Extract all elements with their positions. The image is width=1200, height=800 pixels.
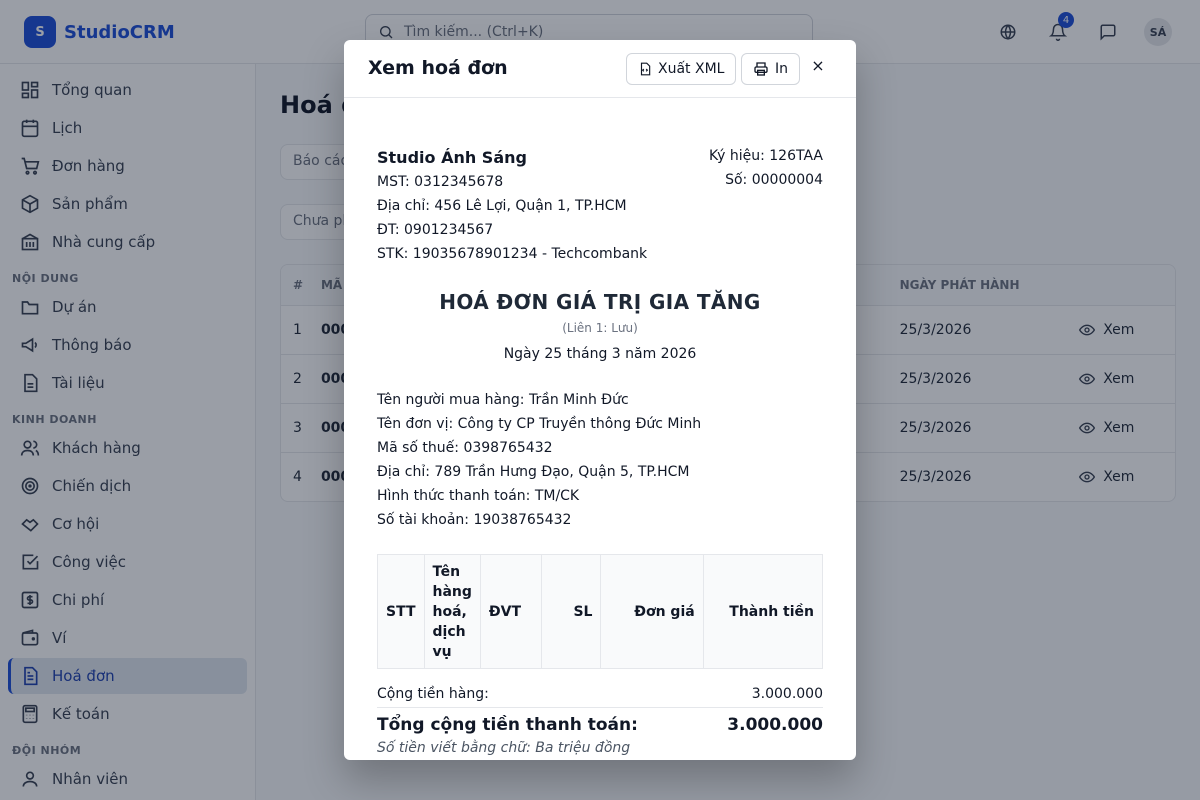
buyer-info: Tên người mua hàng: Trần Minh Đức Tên đơ…: [377, 388, 701, 532]
invoice-copy-label: (Liên 1: Lưu): [562, 321, 638, 335]
modal-header: Xem hoá đơn Xuất XML In ×: [344, 40, 856, 98]
export-xml-button[interactable]: Xuất XML: [626, 53, 737, 85]
amount-in-words: Số tiền viết bằng chữ: Ba triệu đồng: [377, 740, 631, 756]
seller-phone: ĐT: 0901234567: [377, 222, 494, 238]
buyer-name-line: Tên người mua hàng: Trần Minh Đức: [377, 392, 629, 408]
invoice-symbol: Ký hiệu: 126TAA: [708, 148, 823, 164]
print-button[interactable]: In: [741, 53, 801, 85]
close-icon[interactable]: ×: [810, 58, 826, 74]
invoice-totals: Cộng tiền hàng: 3.000.000 Tổng cộng tiền…: [377, 682, 823, 756]
seller-tax-code: MST: 0312345678: [377, 174, 504, 190]
buyer-company-line: Tên đơn vị: Công ty CP Truyền thông Đức …: [377, 416, 702, 432]
invoice-date: Ngày 25 tháng 3 năm 2026: [503, 346, 697, 362]
file-code-icon: [640, 62, 651, 76]
invoice-body: Studio Ánh Sáng MST: 0312345678 Địa chỉ:…: [344, 98, 856, 760]
invoice-title: HOÁ ĐƠN GIÁ TRỊ GIA TĂNG: [439, 290, 761, 314]
buyer-payment-line: Hình thức thanh toán: TM/CK: [377, 488, 580, 504]
seller-info: Studio Ánh Sáng MST: 0312345678 Địa chỉ:…: [377, 146, 647, 266]
seller-name: Studio Ánh Sáng: [377, 148, 527, 167]
invoice-modal: Xem hoá đơn Xuất XML In × Studio Ánh Sán…: [344, 40, 856, 760]
invoice-symbol-block: Ký hiệu: 126TAA Số: 00000004: [709, 144, 823, 192]
invoice-number: Số: 00000004: [725, 172, 823, 188]
subtotal-row: Cộng tiền hàng: 3.000.000: [377, 682, 823, 708]
printer-icon: [754, 62, 768, 76]
items-table: STT Tên hàng hoá, dịch vụ ĐVT SL Đơn giá…: [377, 554, 824, 669]
seller-address: Địa chỉ: 456 Lê Lợi, Quận 1, TP.HCM: [377, 198, 627, 214]
seller-bank: STK: 19035678901234 - Techcombank: [377, 246, 648, 262]
buyer-account-line: Số tài khoản: 19038765432: [377, 512, 572, 528]
buyer-address-line: Địa chỉ: 789 Trần Hưng Đạo, Quận 5, TP.H…: [377, 464, 690, 480]
modal-title: Xem hoá đơn: [368, 57, 508, 79]
buyer-tax-line: Mã số thuế: 0398765432: [377, 440, 553, 456]
grand-total-row: Tổng cộng tiền thanh toán: 3.000.000: [377, 715, 823, 735]
items-table-header: STT Tên hàng hoá, dịch vụ ĐVT SL Đơn giá…: [377, 554, 824, 669]
